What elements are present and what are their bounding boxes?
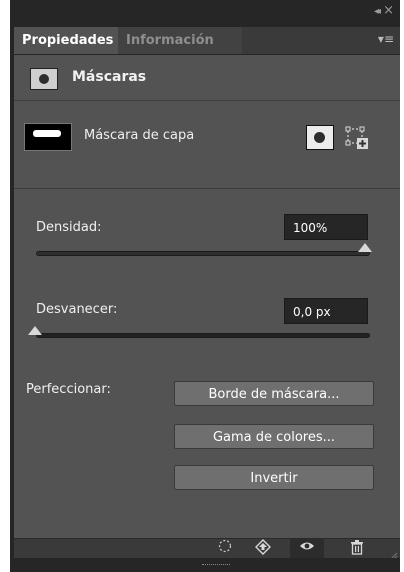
layer-mask-row: Máscara de capa (14, 101, 400, 189)
mask-edge-button[interactable]: Borde de máscara... (174, 381, 374, 406)
feather-slider-track[interactable] (36, 333, 370, 338)
resize-grip[interactable] (390, 549, 398, 560)
feather-field[interactable]: 0,0 px (284, 298, 368, 324)
delete-mask-icon[interactable] (340, 539, 374, 559)
feather-label: Desvanecer: (36, 302, 118, 317)
invert-button[interactable]: Invertir (174, 465, 374, 490)
tab-informacion[interactable]: Información (118, 27, 242, 54)
panel-titlebar: ◂◂ × (14, 0, 400, 26)
load-selection-icon[interactable] (208, 539, 242, 559)
color-range-button[interactable]: Gama de colores... (174, 424, 374, 449)
collapse-panel-icon[interactable]: ◂◂ (374, 6, 381, 17)
close-panel-icon[interactable]: × (383, 3, 394, 18)
panel-bottom-edge (14, 558, 400, 572)
tab-bar: Propiedades Información ▾≡ (14, 27, 400, 55)
density-field[interactable]: 100% (284, 214, 368, 240)
density-slider-handle[interactable] (358, 243, 372, 252)
refine-label: Perfeccionar: (26, 382, 111, 397)
density-slider-track[interactable] (36, 251, 370, 256)
toggle-visibility-icon[interactable] (290, 539, 324, 559)
pixel-mask-icon[interactable] (306, 125, 334, 150)
apply-mask-icon[interactable] (246, 539, 280, 559)
section-title: Máscaras (72, 69, 147, 85)
panel-menu-icon[interactable]: ▾≡ (378, 32, 394, 46)
mask-thumbnail (24, 123, 72, 151)
panel-grip[interactable] (202, 564, 230, 568)
layer-mask-label: Máscara de capa (84, 128, 195, 143)
layer-mask-icon (30, 68, 58, 90)
vector-mask-icon[interactable] (344, 125, 370, 151)
density-slider-fill (37, 252, 369, 255)
tab-propiedades[interactable]: Propiedades (14, 27, 133, 54)
properties-panel: Máscaras Máscara de capa Densidad: 100% … (14, 55, 400, 558)
density-label: Densidad: (36, 220, 102, 235)
feather-slider-handle[interactable] (28, 326, 42, 335)
section-header: Máscaras (14, 55, 400, 101)
panel-footer (14, 538, 400, 560)
